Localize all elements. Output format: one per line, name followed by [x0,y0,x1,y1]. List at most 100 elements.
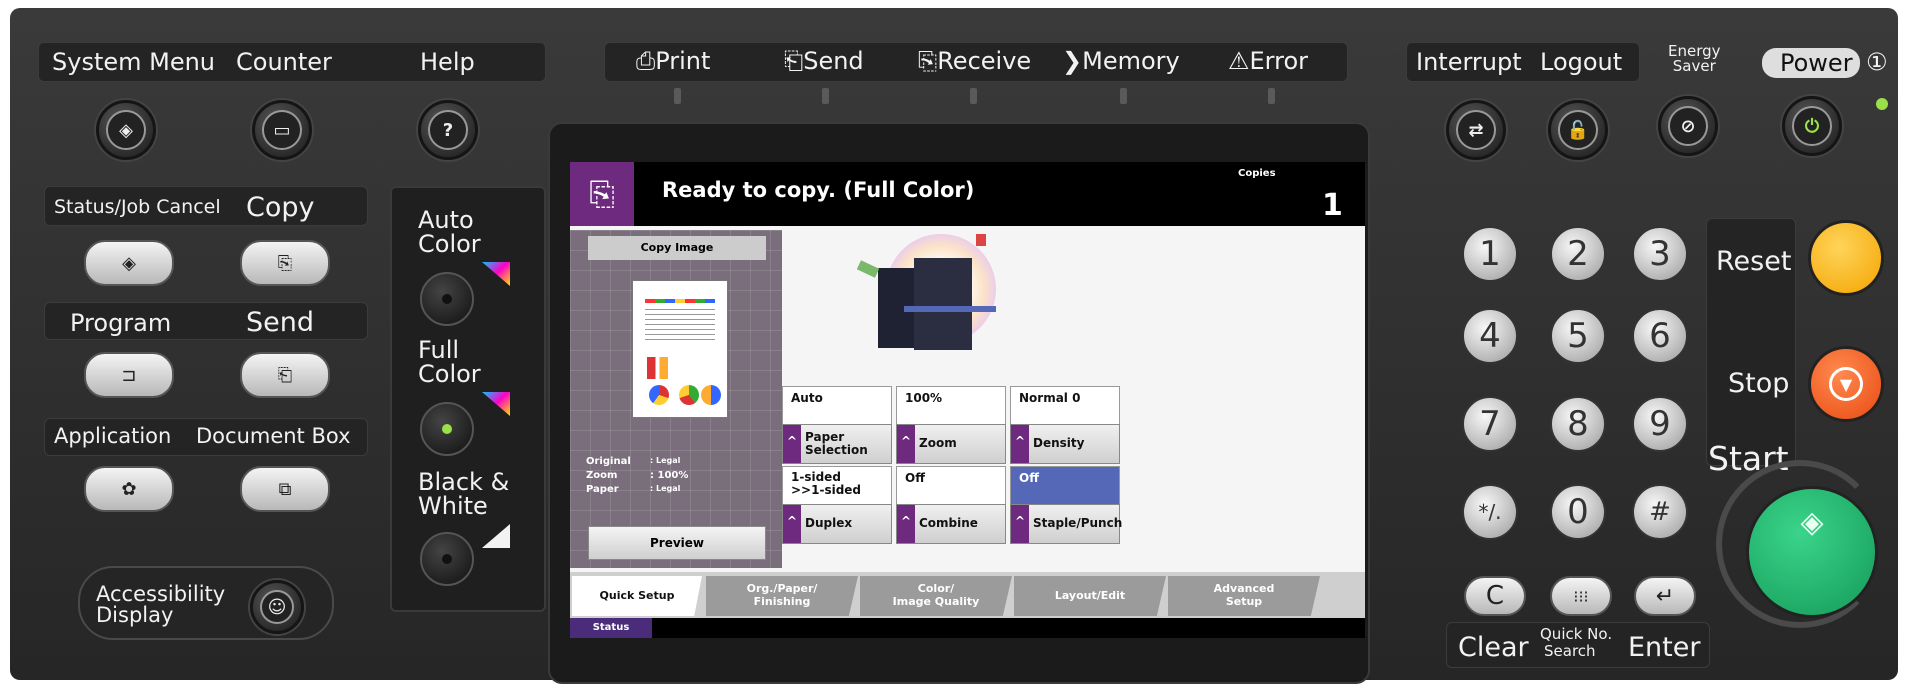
paper-info-value: : Legal [650,484,681,493]
stop-label: Stop [1728,368,1790,399]
duplex-button[interactable]: ^ Duplex [782,504,892,544]
auto-color-button[interactable] [420,272,474,326]
logout-label: Logout [1540,48,1623,76]
counter-button[interactable]: ▭ [252,100,312,160]
application-icon: ✿ [121,478,137,500]
quick-no-search-label: Quick No. Search [1540,625,1613,660]
paper-selection-button[interactable]: ^ Paper Selection [782,424,892,464]
power-button[interactable]: ⏻ [1782,96,1842,156]
preview-button[interactable]: Preview [588,526,766,560]
send-led [822,88,829,104]
print-indicator-label: ⎙Print [636,47,711,75]
status-icon: ◈ [122,252,136,274]
key-5[interactable]: 5 [1550,308,1606,364]
zoom-button[interactable]: ^ Zoom [896,424,1006,464]
question-icon: ? [428,110,468,150]
status-bar [570,618,1365,638]
key-3[interactable]: 3 [1632,226,1688,282]
interrupt-label: Interrupt [1416,48,1522,76]
enter-label: Enter [1628,632,1701,663]
program-button[interactable]: ⊐ [84,352,174,398]
status-title: Ready to copy. (Full Color) [662,178,975,202]
black-white-button[interactable] [420,532,474,586]
memory-indicator-label: ❯Memory [1062,47,1180,75]
tab-quick-setup[interactable]: Quick Setup [572,576,702,616]
status-header: ⎘ Ready to copy. (Full Color) Copies 1 [570,162,1365,226]
help-button[interactable]: ? [418,100,478,160]
key-1[interactable]: 1 [1462,226,1518,282]
help-label: Help [420,48,475,76]
status-job-cancel-label: Status/Job Cancel [54,196,221,218]
application-button[interactable]: ✿ [84,466,174,512]
machine-illustration [848,228,1008,354]
quick-no-search-button[interactable]: ⁝⁝⁝ [1550,576,1612,616]
combine-button[interactable]: ^ Combine [896,504,1006,544]
status-tab-button[interactable]: Status [570,618,652,638]
paper-selection-value: Auto [782,386,892,426]
clear-button[interactable]: C [1464,576,1526,616]
caret-up-icon: ^ [783,505,801,543]
copy-image-thumbnail [632,280,728,418]
caret-up-icon: ^ [897,425,915,463]
counter-label: Counter [236,48,332,76]
memory-icon: ❯ [1062,47,1083,75]
logout-button[interactable]: 🔓 [1548,100,1608,160]
energy-saver-label: Energy Saver [1668,42,1721,75]
start-button[interactable]: ◈ [1746,486,1878,618]
keypad-grid-icon: ⁝⁝⁝ [1573,586,1589,606]
tab-org-paper-finishing[interactable]: Org./Paper/Finishing [706,576,858,616]
lock-icon: 🔓 [1558,110,1598,150]
status-job-cancel-button[interactable]: ◈ [84,240,174,286]
key-star-dot[interactable]: */. [1462,484,1518,540]
key-8[interactable]: 8 [1550,396,1606,452]
copies-value: 1 [1322,188,1343,223]
power-symbol-icon: ① [1866,48,1888,76]
error-led [1268,88,1275,104]
stop-button[interactable]: ▼ [1808,346,1884,422]
document-box-label: Document Box [196,424,351,448]
system-menu-label: System Menu [52,48,216,76]
tab-advanced-setup[interactable]: Advanced Setup [1168,576,1320,616]
power-icon: ⏻ [1792,106,1832,146]
key-6[interactable]: 6 [1632,308,1688,364]
enter-button[interactable]: ↵ [1634,576,1696,616]
full-color-button[interactable] [420,402,474,456]
copy-image-label: Copy Image [588,236,766,260]
staple-punch-button[interactable]: ^ Staple/Punch [1010,504,1122,544]
tab-layout-edit[interactable]: Layout/Edit [1014,576,1166,616]
tab-color-image-quality[interactable]: Color/Image Quality [860,576,1012,616]
error-icon: ⚠ [1228,47,1250,75]
program-icon: ⊐ [121,364,137,386]
application-label: Application [54,424,172,448]
key-0[interactable]: 0 [1550,484,1606,540]
copy-icon: ⎘ [277,252,293,274]
clear-label: Clear [1458,632,1529,663]
copy-button[interactable]: ⎘ [240,240,330,286]
key-2[interactable]: 2 [1550,226,1606,282]
counter-icon: ▭ [262,110,302,150]
reset-button[interactable] [1808,220,1884,296]
receive-indicator-label: ⎘Receive [918,47,1032,75]
stop-icon: ▼ [1829,367,1863,401]
key-7[interactable]: 7 [1462,396,1518,452]
receive-led [970,88,977,104]
memory-led [1120,88,1127,104]
caret-up-icon: ^ [1011,505,1029,543]
reset-label: Reset [1716,246,1792,277]
key-4[interactable]: 4 [1462,308,1518,364]
document-box-button[interactable]: ⧉ [240,466,330,512]
energy-saver-button[interactable]: ⊘ [1658,96,1718,156]
touch-screen: ⎘ Ready to copy. (Full Color) Copies 1 C… [570,162,1365,638]
key-9[interactable]: 9 [1632,396,1688,452]
density-button[interactable]: ^ Density [1010,424,1120,464]
interrupt-icon: ⇄ [1456,110,1496,150]
system-menu-button[interactable]: ◈ [96,100,156,160]
zoom-info-value: : 100% [650,470,689,481]
copy-image-panel: Copy Image Original : Legal Zoom : 100% … [570,230,782,568]
accessibility-icon-button[interactable]: ☺ [250,580,304,634]
original-value: : Legal [650,456,681,465]
key-hash[interactable]: # [1632,484,1688,540]
interrupt-button[interactable]: ⇄ [1446,100,1506,160]
send-button[interactable]: ⎗ [240,352,330,398]
caret-up-icon: ^ [897,505,915,543]
